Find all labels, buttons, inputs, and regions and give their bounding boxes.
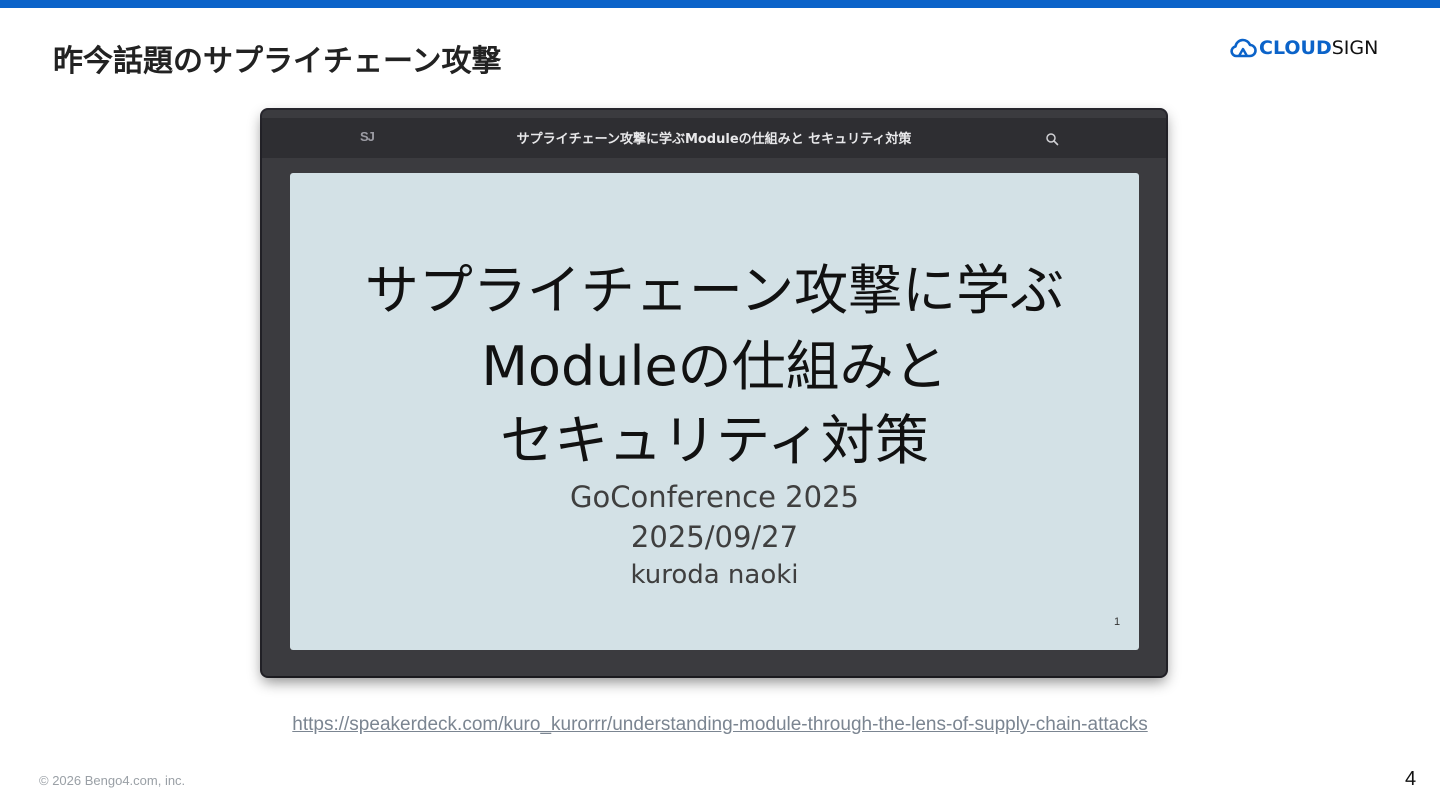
logo-text-sign: SIGN [1331, 37, 1379, 59]
viewer-title: サプライチェーン攻撃に学ぶModuleの仕組みと セキュリティ対策 [516, 132, 912, 147]
slide-title-line-2: Moduleの仕組みと [481, 335, 948, 398]
logo-wordmark: CLOUDSIGN [1259, 37, 1378, 59]
source-link[interactable]: https://speakerdeck.com/kuro_kurorrr/und… [0, 714, 1440, 736]
slide-preview[interactable]: サプライチェーン攻撃に学ぶ Moduleの仕組みと セキュリティ対策 GoCon… [290, 173, 1139, 650]
slide-author: kuroda naoki [630, 560, 799, 590]
slide-event: GoConference 2025 [570, 480, 859, 514]
slide-title-line-1: サプライチェーン攻撃に学ぶ [364, 259, 1065, 322]
page-title: 昨今話題のサプライチェーン攻撃 [53, 44, 502, 79]
cloudsign-logo: CLOUDSIGN [1229, 35, 1378, 61]
slide-page-number: 1 [1114, 616, 1121, 628]
cloud-icon [1230, 38, 1257, 58]
search-icon[interactable] [1045, 132, 1059, 146]
logo-text-cloud: CLOUD [1259, 37, 1332, 59]
slide-date: 2025/09/27 [630, 520, 799, 554]
slide-title-line-3: セキュリティ対策 [500, 409, 929, 472]
viewer-toolbar: SJ サプライチェーン攻撃に学ぶModuleの仕組みと セキュリティ対策 [262, 118, 1166, 158]
top-accent-bar [0, 0, 1440, 8]
copyright: © 2026 Bengo4.com, inc. [39, 773, 186, 788]
page-number: 4 [1405, 768, 1417, 790]
embedded-slide-viewer[interactable]: SJ サプライチェーン攻撃に学ぶModuleの仕組みと セキュリティ対策 サプラ… [262, 110, 1166, 676]
